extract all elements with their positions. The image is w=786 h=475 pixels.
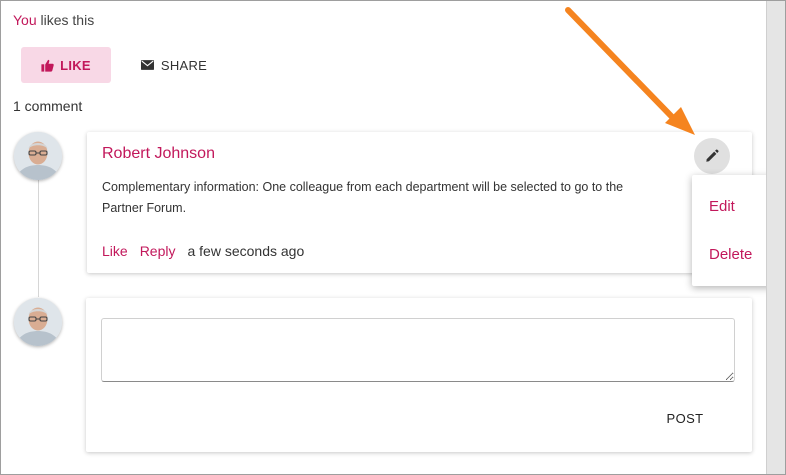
likes-suffix: likes this [36, 12, 95, 28]
menu-item-edit[interactable]: Edit [709, 198, 735, 215]
comment-timestamp: a few seconds ago [187, 243, 305, 259]
thread-connector [38, 179, 39, 297]
comment-card: Robert Johnson Complementary information… [87, 132, 752, 273]
menu-item-delete[interactable]: Delete [709, 246, 752, 263]
reply-input[interactable] [101, 318, 735, 382]
post-panel: You likes this LIKE SHARE 1 comment Robe… [0, 0, 786, 475]
comment-reply-link[interactable]: Reply [140, 243, 176, 259]
comment-author-name[interactable]: Robert Johnson [102, 145, 215, 163]
like-button-label: LIKE [60, 57, 91, 73]
comment-text: Complementary information: One colleague… [102, 180, 624, 215]
reply-card: POST [86, 298, 752, 452]
post-button[interactable]: POST [652, 400, 718, 436]
thumbs-up-icon [41, 59, 54, 72]
share-button[interactable]: SHARE [133, 47, 215, 83]
comment-like-link[interactable]: Like [102, 243, 128, 259]
envelope-icon [140, 60, 154, 70]
likes-you-link[interactable]: You [13, 12, 37, 28]
scrollbar[interactable] [766, 1, 785, 474]
comment-options-button[interactable] [694, 138, 730, 174]
like-button[interactable]: LIKE [21, 47, 111, 83]
comment-actions: Like Reply a few seconds ago [102, 243, 304, 259]
reply-user-avatar [14, 298, 62, 346]
comment-author-avatar[interactable] [14, 132, 62, 180]
comment-count: 1 comment [13, 98, 83, 114]
likes-summary: You likes this [13, 12, 94, 28]
pencil-icon [706, 149, 719, 162]
share-button-label: SHARE [160, 57, 208, 73]
